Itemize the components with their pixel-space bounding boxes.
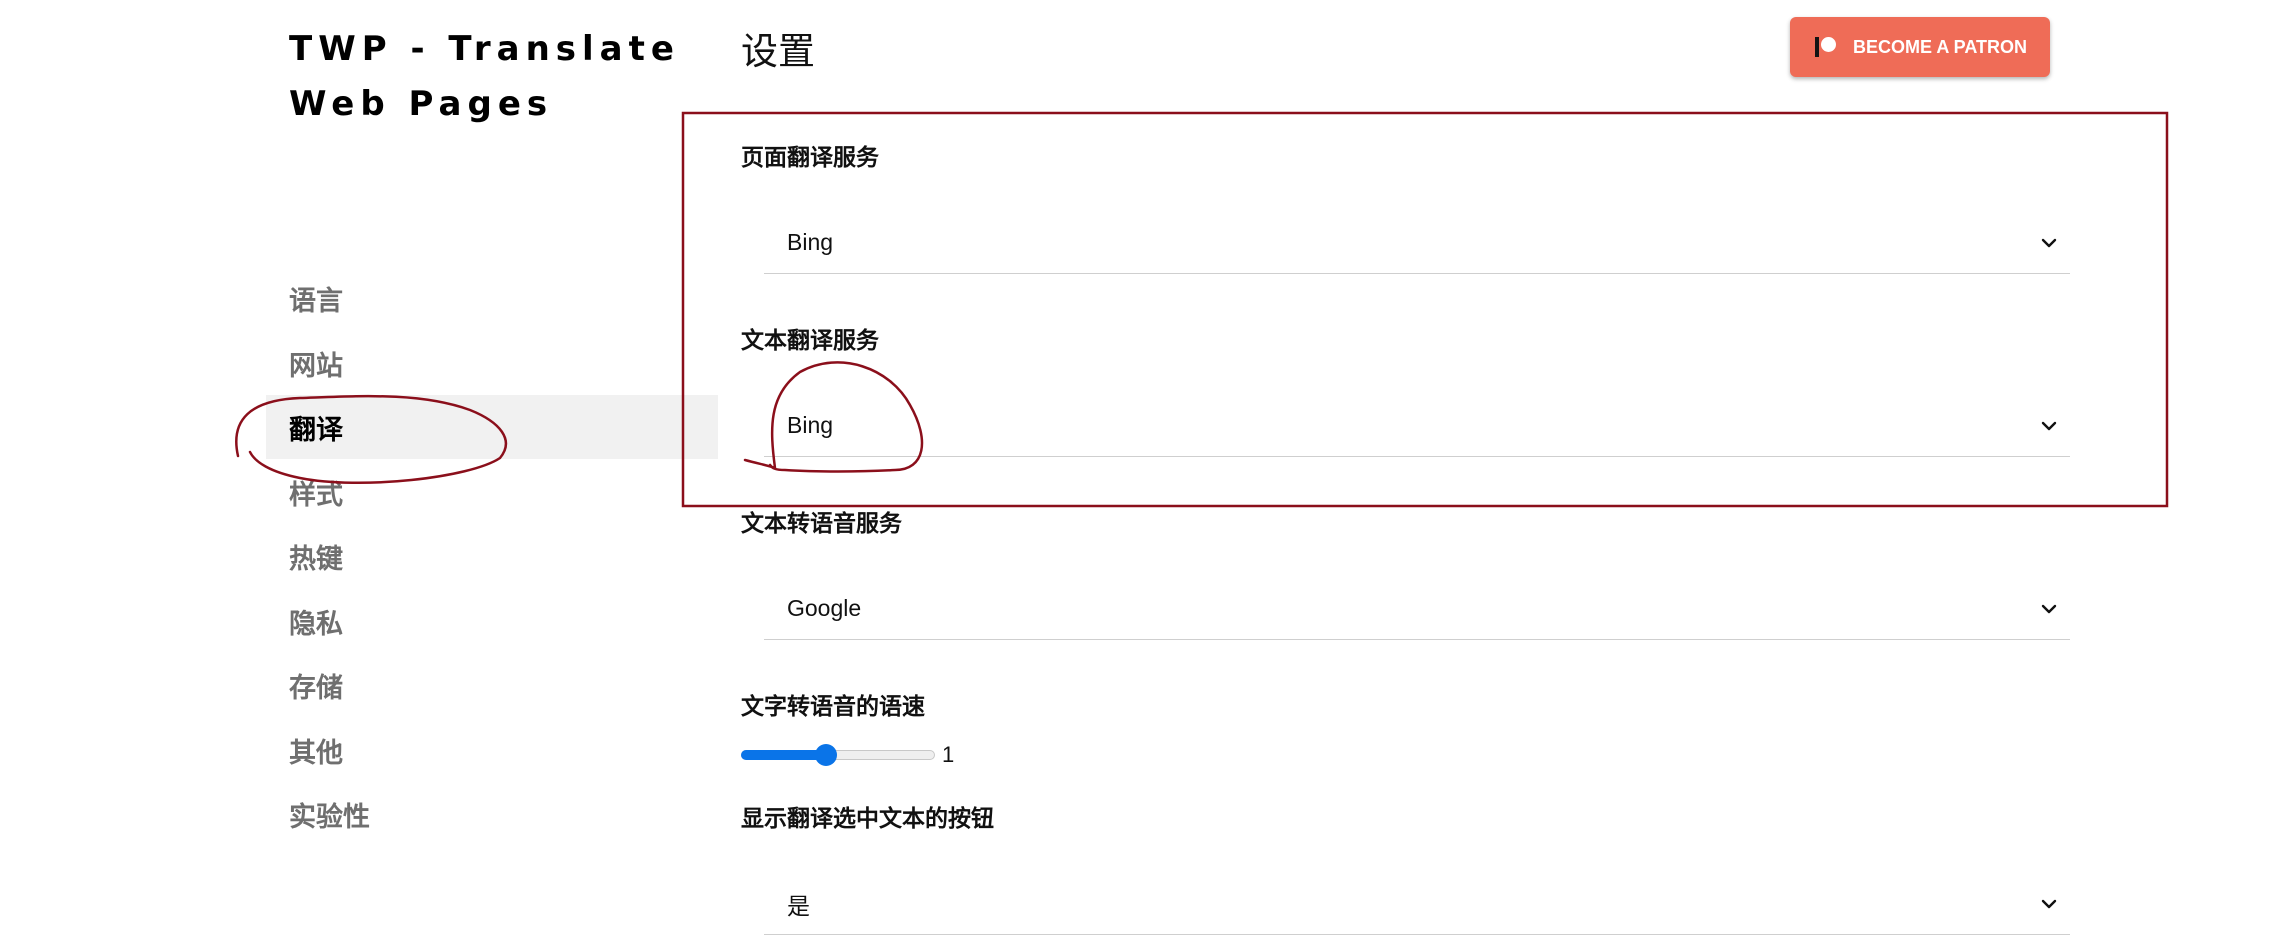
tts-speed-slider[interactable] — [741, 744, 935, 766]
chevron-down-icon — [2041, 421, 2057, 430]
sidebar-item-style[interactable]: 样式 — [266, 460, 718, 524]
sidebar-item-hotkeys[interactable]: 热键 — [266, 524, 718, 588]
sidebar-item-language[interactable]: 语言 — [266, 266, 718, 330]
become-patron-button[interactable]: BECOME A PATRON — [1790, 17, 2050, 77]
show-translate-button-select[interactable]: 是 — [764, 873, 2070, 935]
page-translation-service-label: 页面翻译服务 — [741, 145, 879, 171]
app-title: TWP - Translate Web Pages — [289, 22, 680, 132]
tts-service-select[interactable]: Google — [764, 578, 2070, 640]
page-translation-service-value: Bing — [787, 229, 834, 255]
chevron-down-icon — [2041, 604, 2057, 613]
chevron-down-icon — [2041, 899, 2057, 908]
become-patron-label: BECOME A PATRON — [1853, 36, 2027, 57]
tts-speed-value: 1 — [942, 742, 955, 767]
tts-speed-slider-fill — [741, 750, 826, 760]
app-title-line1: TWP - Translate — [289, 29, 680, 69]
text-translation-service-select[interactable]: Bing — [764, 395, 2070, 457]
sidebar-item-privacy[interactable]: 隐私 — [266, 589, 718, 653]
show-translate-button-label: 显示翻译选中文本的按钮 — [741, 806, 994, 832]
sidebar-item-experimental[interactable]: 实验性 — [266, 782, 718, 846]
tts-service-label: 文本转语音服务 — [741, 511, 902, 537]
tts-speed-slider-thumb[interactable] — [815, 744, 837, 766]
sidebar-item-others[interactable]: 其他 — [266, 718, 718, 782]
chevron-down-icon — [2041, 238, 2057, 247]
page-translation-service-select[interactable]: Bing — [764, 212, 2070, 274]
settings-page: TWP - Translate Web Pages 语言 网站 翻译 样式 热键… — [0, 0, 2294, 949]
page-title: 设置 — [741, 30, 815, 73]
sidebar-item-storage[interactable]: 存储 — [266, 653, 718, 717]
sidebar-item-sites[interactable]: 网站 — [266, 331, 718, 395]
tts-service-value: Google — [787, 595, 862, 621]
show-translate-button-value: 是 — [787, 892, 810, 919]
app-title-line2: Web Pages — [289, 84, 554, 124]
patreon-icon — [1815, 37, 1836, 57]
text-translation-service-value: Bing — [787, 412, 834, 438]
sidebar-item-translation[interactable]: 翻译 — [266, 395, 718, 459]
text-translation-service-label: 文本翻译服务 — [741, 328, 879, 354]
tts-speed-label: 文字转语音的语速 — [741, 694, 925, 720]
